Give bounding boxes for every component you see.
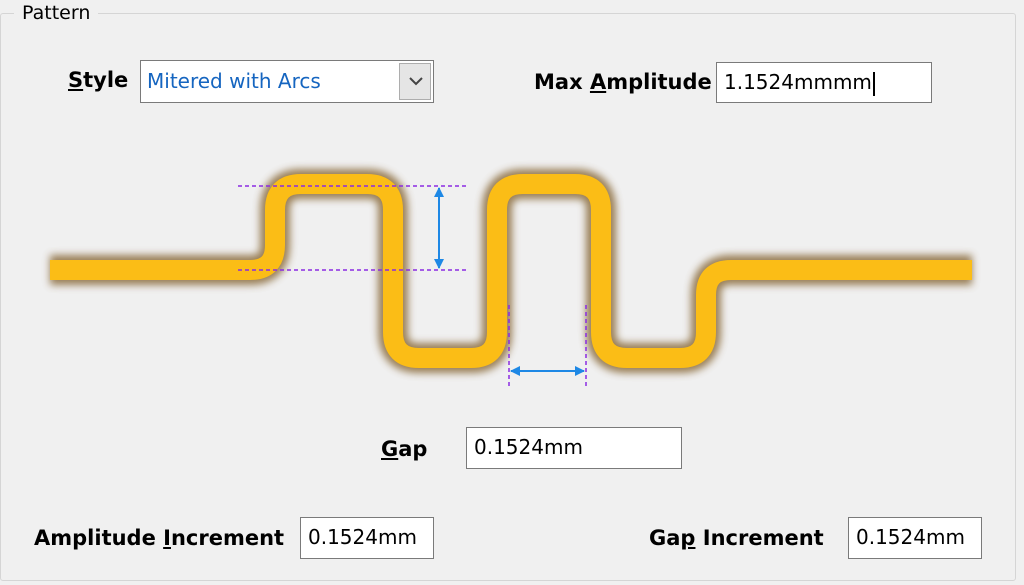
gap-input[interactable]: 0.1524mm [466,427,682,469]
amplitude-increment-input[interactable]: 0.1524mm [300,517,434,559]
amplitude-increment-label: Amplitude Increment [34,526,285,550]
gap-increment-label: Gap Increment [649,526,824,550]
gap-label: Gap [381,437,428,461]
pattern-diagram [50,169,972,386]
gap-increment-input[interactable]: 0.1524mm [848,517,982,559]
